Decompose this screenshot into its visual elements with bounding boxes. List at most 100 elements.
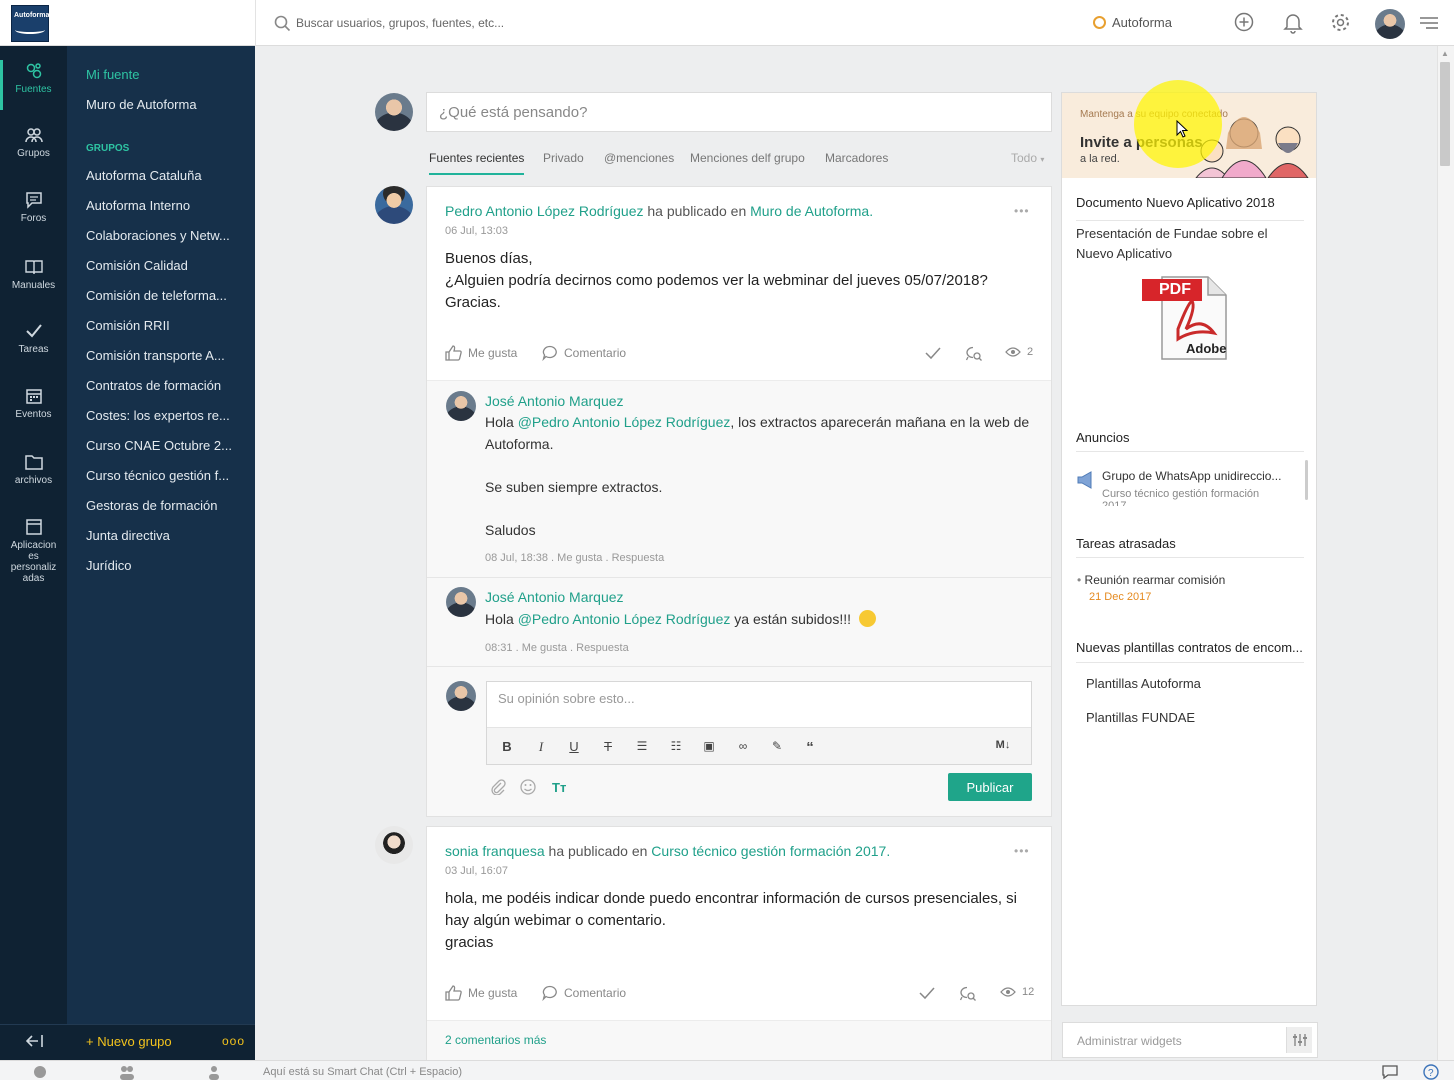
group-item[interactable]: Contratos de formación <box>86 378 246 393</box>
org-switcher[interactable]: Autoforma <box>1093 15 1172 30</box>
group-item[interactable]: Curso CNAE Octubre 2... <box>86 438 246 453</box>
nav-eventos[interactable]: Eventos <box>0 387 67 420</box>
help-icon[interactable]: ? <box>1423 1064 1439 1080</box>
late-task-item[interactable]: • Reunión rearmar comisión <box>1077 573 1225 587</box>
tab-menciones-grupo[interactable]: Menciones delf grupo <box>690 151 805 165</box>
post-author-avatar[interactable] <box>375 826 413 864</box>
user-avatar[interactable] <box>1375 9 1405 39</box>
group-item[interactable]: Jurídico <box>86 558 246 573</box>
highlight-pen-icon[interactable]: ✎ <box>769 739 785 753</box>
add-icon[interactable] <box>1234 12 1254 32</box>
nav-grupos[interactable]: Grupos <box>0 126 67 159</box>
bold-icon[interactable]: B <box>499 739 515 754</box>
comment-author[interactable]: José Antonio Marquez <box>485 589 624 605</box>
scrollbar-thumb[interactable] <box>1440 62 1450 166</box>
announcement-item[interactable]: Grupo de WhatsApp unidireccio... <box>1102 469 1281 483</box>
app-logo[interactable]: Autoforma <box>11 5 49 42</box>
reshare-icon[interactable] <box>959 986 977 1002</box>
widget-scrollbar[interactable] <box>1305 460 1308 500</box>
group-chat-icon[interactable] <box>119 1064 135 1080</box>
post-menu-icon[interactable]: ••• <box>1014 844 1030 858</box>
markdown-icon[interactable]: M↓ <box>992 739 1014 751</box>
search-input[interactable] <box>296 12 796 34</box>
menu-icon[interactable] <box>1420 16 1438 30</box>
status-composer[interactable]: ¿Qué está pensando? <box>426 92 1052 132</box>
comment-author[interactable]: José Antonio Marquez <box>485 393 624 409</box>
post-author-link[interactable]: Pedro Antonio López Rodríguez <box>445 203 643 219</box>
sliders-icon[interactable] <box>1286 1027 1312 1053</box>
image-icon[interactable]: ▣ <box>701 739 717 753</box>
mention-link[interactable]: @Pedro Antonio López Rodríguez <box>518 414 731 430</box>
tab-marcadores[interactable]: Marcadores <box>825 151 888 165</box>
post-author-link[interactable]: sonia franquesa <box>445 843 545 859</box>
comment-like-link[interactable]: Me gusta <box>557 552 602 564</box>
wall-link[interactable]: Muro de Autoforma <box>86 97 246 112</box>
quote-icon[interactable]: “ <box>802 739 818 756</box>
strikethrough-icon[interactable]: T <box>600 739 616 754</box>
comment-reply-link[interactable]: Respuesta <box>576 642 629 654</box>
mark-done-icon[interactable] <box>919 986 935 1000</box>
numbered-list-icon[interactable]: ☷ <box>668 739 684 753</box>
message-icon[interactable] <box>1382 1065 1398 1079</box>
reshare-icon[interactable] <box>965 346 983 362</box>
comment-like-link[interactable]: Me gusta <box>522 642 567 654</box>
group-item[interactable]: Comisión Calidad <box>86 258 246 273</box>
group-item[interactable]: Comisión RRII <box>86 318 246 333</box>
post-target-link[interactable]: Curso técnico gestión formación 2017. <box>651 843 890 859</box>
group-item[interactable]: Costes: los expertos re... <box>86 408 246 423</box>
new-group-button[interactable]: + Nuevo grupo <box>86 1034 172 1049</box>
page-scrollbar[interactable] <box>1437 46 1454 1060</box>
post-target-link[interactable]: Muro de Autoforma. <box>750 203 873 219</box>
more-options-icon[interactable]: ooo <box>222 1034 245 1048</box>
mark-done-icon[interactable] <box>925 346 941 360</box>
text-format-icon[interactable]: Tт <box>552 780 566 795</box>
nav-aplicaciones[interactable]: Aplicacion es personaliz adas <box>6 518 61 584</box>
bell-icon[interactable] <box>1283 12 1303 34</box>
like-button[interactable]: Me gusta <box>445 345 517 361</box>
nav-foros[interactable]: Foros <box>0 191 67 224</box>
reply-input[interactable] <box>498 689 998 707</box>
italic-icon[interactable]: I <box>533 739 549 755</box>
contacts-icon[interactable] <box>206 1064 222 1080</box>
comment-reply-link[interactable]: Respuesta <box>612 552 665 564</box>
group-item[interactable]: Comisión transporte A... <box>86 348 246 363</box>
tab-fuentes-recientes[interactable]: Fuentes recientes <box>429 151 525 175</box>
smart-chat-hint[interactable]: Aquí está su Smart Chat (Ctrl + Espacio) <box>263 1066 462 1078</box>
group-item[interactable]: Gestoras de formación <box>86 498 246 513</box>
nav-manuales[interactable]: Manuales <box>0 258 67 291</box>
template-link[interactable]: Plantillas Autoforma <box>1086 676 1201 691</box>
group-item[interactable]: Colaboraciones y Netw... <box>86 228 246 243</box>
mention-link[interactable]: @Pedro Antonio López Rodríguez <box>518 611 731 627</box>
filter-dropdown[interactable]: Todo ▾ <box>1011 151 1044 165</box>
publish-button[interactable]: Publicar <box>948 773 1032 801</box>
comment-button[interactable]: Comentario <box>542 345 626 361</box>
pdf-document-icon[interactable]: PDF Adobe <box>1142 273 1230 361</box>
nav-tareas[interactable]: Tareas <box>0 322 67 355</box>
group-item[interactable]: Autoforma Cataluña <box>86 168 246 183</box>
group-item[interactable]: Junta directiva <box>86 528 246 543</box>
comment-button[interactable]: Comentario <box>542 985 626 1001</box>
post-menu-icon[interactable]: ••• <box>1014 204 1030 218</box>
admin-widgets-bar[interactable]: Administrar widgets <box>1062 1022 1318 1058</box>
chat-icon[interactable] <box>32 1064 48 1080</box>
my-feed-link[interactable]: Mi fuente <box>86 67 246 82</box>
attachment-icon[interactable] <box>490 779 506 795</box>
nav-archivos[interactable]: archivos <box>0 453 67 486</box>
tab-menciones[interactable]: @menciones <box>604 151 674 165</box>
nav-fuentes[interactable]: Fuentes <box>0 62 67 95</box>
group-item[interactable]: Comisión de teleforma... <box>86 288 246 303</box>
group-item[interactable]: Autoforma Interno <box>86 198 246 213</box>
group-item[interactable]: Curso técnico gestión f... <box>86 468 246 483</box>
comment-avatar[interactable] <box>446 587 476 617</box>
post-author-avatar[interactable] <box>375 186 413 224</box>
underline-icon[interactable]: U <box>566 739 582 754</box>
template-link[interactable]: Plantillas FUNDAE <box>1086 710 1195 725</box>
emoji-icon[interactable] <box>520 779 536 795</box>
tab-privado[interactable]: Privado <box>543 151 584 165</box>
bullet-list-icon[interactable]: ☰ <box>634 739 650 753</box>
comment-avatar[interactable] <box>446 391 476 421</box>
scroll-up-icon[interactable]: ▲ <box>1441 49 1449 58</box>
like-button[interactable]: Me gusta <box>445 985 517 1001</box>
link-icon[interactable]: ∞ <box>735 739 751 753</box>
collapse-sidebar-icon[interactable] <box>26 1034 44 1048</box>
